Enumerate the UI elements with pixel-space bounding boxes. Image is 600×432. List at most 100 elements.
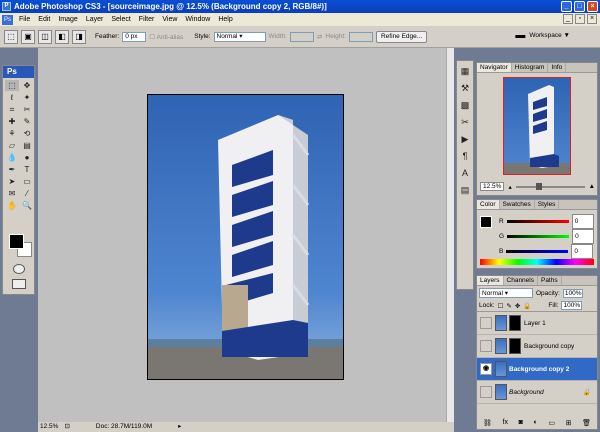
type-tool-icon[interactable]: T (20, 164, 34, 175)
blur-tool-icon[interactable]: 💧 (5, 152, 19, 163)
feather-input[interactable]: 0 px (122, 31, 147, 42)
color-panel-foreground[interactable] (480, 216, 492, 228)
foreground-color-swatch[interactable] (9, 234, 24, 249)
swap-icon[interactable]: ⇄ (317, 33, 322, 41)
close-button[interactable]: × (587, 1, 598, 12)
layer-row-selected[interactable]: ◉ Background copy 2 (477, 358, 597, 381)
navigator-preview[interactable] (503, 77, 571, 175)
menu-file[interactable]: File (15, 13, 34, 26)
doc-minimize-button[interactable]: _ (563, 14, 573, 24)
quick-mask-icon[interactable] (13, 264, 25, 274)
navigator-zoom-value[interactable]: 12.5% (480, 182, 505, 191)
status-icon[interactable]: ⊡ (64, 422, 69, 432)
red-slider[interactable] (506, 220, 569, 223)
add-selection-icon[interactable]: ◫ (38, 29, 52, 44)
tab-histogram[interactable]: Histogram (512, 63, 549, 72)
zoom-in-icon[interactable]: ▲ (589, 183, 595, 190)
marquee-preset-icon[interactable]: ⬚ (4, 29, 18, 44)
visibility-toggle[interactable] (480, 340, 492, 352)
layer-mask-thumbnail[interactable] (509, 338, 521, 354)
layer-mask-thumbnail[interactable] (509, 315, 521, 331)
doc-restore-button[interactable]: ▫ (575, 14, 585, 24)
tab-color[interactable]: Color (477, 200, 500, 209)
clone-stamp-tool-icon[interactable]: ⚘ (5, 128, 19, 139)
slice-tool-icon[interactable]: ✂ (20, 104, 34, 115)
shape-tool-icon[interactable]: ▭ (20, 176, 34, 187)
actions-icon[interactable]: ▶ (458, 132, 472, 146)
blend-mode-select[interactable]: Normal ▾ (479, 288, 533, 298)
document-size[interactable]: Doc: 28.7M/119.0M (96, 422, 152, 432)
pen-tool-icon[interactable]: ✒ (5, 164, 19, 175)
magic-wand-tool-icon[interactable]: ✦ (20, 92, 34, 103)
layer-row[interactable]: Background copy (477, 335, 597, 358)
dodge-tool-icon[interactable]: ● (20, 152, 34, 163)
eraser-tool-icon[interactable]: ▱ (5, 140, 19, 151)
layer-row[interactable]: Layer 1 (477, 312, 597, 335)
green-value[interactable]: 0 (572, 229, 595, 244)
refine-edge-button[interactable]: Refine Edge... (375, 30, 428, 43)
workspace-menu[interactable]: Workspace ▼ (529, 32, 570, 39)
layer-comps-icon[interactable]: ▩ (458, 98, 472, 112)
eye-icon[interactable]: ◉ (480, 363, 492, 375)
path-selection-tool-icon[interactable]: ➤ (5, 176, 19, 187)
bridge-icon[interactable]: ▬ (515, 30, 525, 41)
paragraph-icon[interactable]: ¶ (458, 149, 472, 163)
link-layers-icon[interactable]: ⛓ (483, 419, 492, 427)
tab-swatches[interactable]: Swatches (500, 200, 535, 209)
brushes-icon[interactable]: ▦ (458, 64, 472, 78)
tab-paths[interactable]: Paths (538, 276, 562, 285)
trash-icon[interactable]: 🗑 (582, 419, 591, 427)
layer-style-icon[interactable]: fx (503, 419, 508, 427)
layer-row[interactable]: Background 🔒 (477, 381, 597, 404)
doc-close-button[interactable]: × (587, 14, 597, 24)
visibility-toggle[interactable] (480, 317, 492, 329)
tab-info[interactable]: Info (548, 63, 567, 72)
add-mask-icon[interactable]: ◙ (519, 419, 523, 427)
green-slider[interactable] (507, 235, 570, 238)
antialias-checkbox[interactable]: ☐ Anti-alias (149, 33, 183, 41)
zoom-readout[interactable]: 12.5% (40, 422, 58, 432)
blue-slider[interactable] (506, 250, 569, 253)
menu-edit[interactable]: Edit (34, 13, 54, 26)
adjustment-layer-icon[interactable]: ◐ (533, 419, 537, 427)
brush-tool-icon[interactable]: ✎ (20, 116, 34, 127)
tab-layers[interactable]: Layers (477, 276, 504, 285)
lock-pixels-icon[interactable]: ✎ (506, 302, 511, 310)
maximize-button[interactable]: □ (574, 1, 585, 12)
height-input[interactable] (348, 31, 373, 42)
menu-image[interactable]: Image (54, 13, 81, 26)
blue-value[interactable]: 0 (571, 244, 594, 259)
subtract-selection-icon[interactable]: ◧ (55, 29, 69, 44)
document-icon[interactable]: Ps (2, 14, 13, 25)
eyedropper-tool-icon[interactable]: ⁄ (20, 188, 34, 199)
menu-view[interactable]: View (158, 13, 181, 26)
marquee-tool-icon[interactable]: ⬚ (5, 80, 19, 91)
visibility-toggle[interactable] (480, 386, 492, 398)
tab-navigator[interactable]: Navigator (477, 63, 512, 72)
color-ramp[interactable] (480, 259, 594, 265)
history-icon[interactable]: ✂ (458, 115, 472, 129)
intersect-selection-icon[interactable]: ◨ (72, 29, 86, 44)
opacity-input[interactable]: 100% (562, 288, 584, 298)
character-icon[interactable]: A (458, 166, 472, 180)
crop-tool-icon[interactable]: ⌗ (5, 104, 19, 115)
menu-help[interactable]: Help (214, 13, 236, 26)
minimize-button[interactable]: _ (561, 1, 572, 12)
tab-styles[interactable]: Styles (535, 200, 560, 209)
zoom-tool-icon[interactable]: 🔍 (20, 200, 34, 211)
navigator-zoom-slider[interactable] (515, 182, 585, 190)
lock-transparent-icon[interactable]: ☐ (498, 302, 504, 310)
new-group-icon[interactable]: ▭ (548, 419, 555, 427)
tool-presets-icon[interactable]: ⚒ (458, 81, 472, 95)
menu-select[interactable]: Select (107, 13, 134, 26)
status-arrow-icon[interactable]: ▸ (178, 422, 181, 432)
new-selection-icon[interactable]: ▣ (21, 29, 35, 44)
style-select[interactable]: Normal ▾ (213, 31, 266, 42)
menu-filter[interactable]: Filter (135, 13, 159, 26)
lock-all-icon[interactable]: 🔒 (523, 302, 531, 310)
new-layer-icon[interactable]: ⊞ (566, 419, 572, 427)
notes-tool-icon[interactable]: ✉ (5, 188, 19, 199)
clone-source-icon[interactable]: ▤ (458, 183, 472, 197)
fill-input[interactable]: 100% (561, 301, 583, 310)
gradient-tool-icon[interactable]: ▤ (20, 140, 34, 151)
